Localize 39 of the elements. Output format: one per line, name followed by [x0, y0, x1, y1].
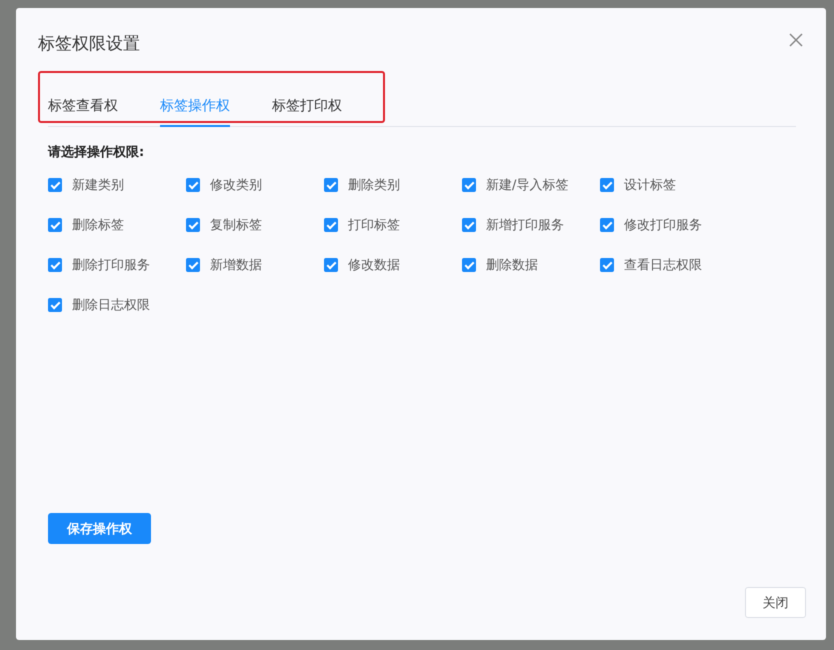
checkbox-label[interactable]: 新增打印服务	[486, 216, 564, 234]
checkbox-label[interactable]: 新建类别	[72, 176, 124, 194]
checkbox[interactable]	[48, 298, 62, 312]
checkbox-label[interactable]: 查看日志权限	[624, 256, 702, 274]
save-button[interactable]: 保存操作权	[48, 513, 151, 544]
checkbox-label[interactable]: 新增数据	[210, 256, 262, 274]
checkbox[interactable]	[186, 258, 200, 272]
checkbox-label[interactable]: 删除打印服务	[72, 256, 150, 274]
checkbox[interactable]	[462, 218, 476, 232]
checkbox[interactable]	[462, 258, 476, 272]
checkbox[interactable]	[600, 218, 614, 232]
close-icon[interactable]	[788, 32, 804, 48]
checkbox[interactable]	[324, 178, 338, 192]
checkbox-label[interactable]: 新建/导入标签	[486, 176, 568, 194]
checkbox[interactable]	[48, 178, 62, 192]
checkbox-label[interactable]: 修改打印服务	[624, 216, 702, 234]
checkbox-label[interactable]: 修改数据	[348, 256, 400, 274]
checkbox-label[interactable]: 复制标签	[210, 216, 262, 234]
dialog-title: 标签权限设置	[38, 33, 140, 55]
checkbox[interactable]	[186, 178, 200, 192]
checkbox[interactable]	[48, 258, 62, 272]
checkbox-label[interactable]: 打印标签	[348, 216, 400, 234]
tab[interactable]: 标签查看权	[48, 97, 118, 127]
close-button[interactable]: 关闭	[745, 587, 806, 618]
checkbox[interactable]	[600, 178, 614, 192]
checkbox[interactable]	[48, 218, 62, 232]
checkbox-label[interactable]: 删除标签	[72, 216, 124, 234]
checkbox-label[interactable]: 删除类别	[348, 176, 400, 194]
checkbox-label[interactable]: 修改类别	[210, 176, 262, 194]
checkbox[interactable]	[324, 218, 338, 232]
checkbox-label[interactable]: 设计标签	[624, 176, 676, 194]
checkbox-label[interactable]: 删除日志权限	[72, 296, 150, 314]
checkbox[interactable]	[600, 258, 614, 272]
checkbox[interactable]	[324, 258, 338, 272]
checkbox[interactable]	[186, 218, 200, 232]
checkbox-label[interactable]: 删除数据	[486, 256, 538, 274]
checkbox[interactable]	[462, 178, 476, 192]
tab[interactable]: 标签打印权	[272, 97, 342, 127]
section-heading: 请选择操作权限:	[48, 144, 144, 161]
